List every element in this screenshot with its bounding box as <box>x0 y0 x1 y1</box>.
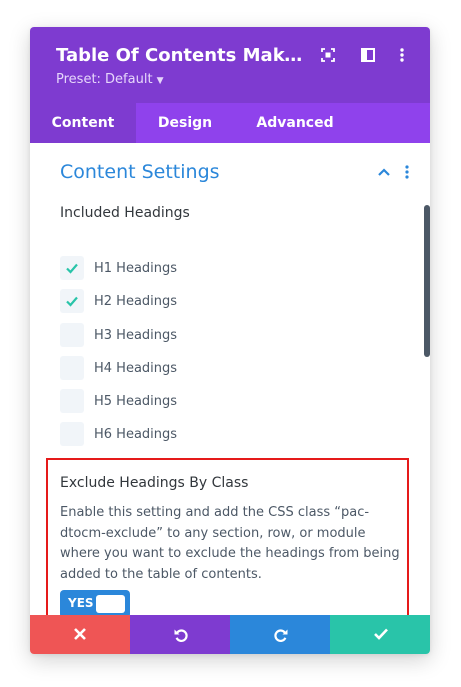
included-headings-label: Included Headings <box>60 205 190 221</box>
checkbox-label-h5: H5 Headings <box>94 394 178 409</box>
scrollbar[interactable] <box>424 205 430 357</box>
checkbox-h4[interactable] <box>60 356 84 380</box>
chevron-up-icon[interactable] <box>377 167 391 177</box>
cancel-button[interactable] <box>30 615 130 654</box>
settings-content: Content Settings Included Headings H1 He… <box>30 143 430 615</box>
check-icon <box>66 263 78 274</box>
preset-label: Preset: Default <box>56 72 153 87</box>
tab-bar: Content Design Advanced <box>30 103 430 143</box>
caret-down-icon: ▼ <box>156 76 164 86</box>
check-icon <box>66 296 78 307</box>
more-vertical-icon[interactable] <box>404 165 410 179</box>
exclude-headings-highlight: Exclude Headings By Class Enable this se… <box>46 458 409 615</box>
checkbox-h6[interactable] <box>60 422 84 446</box>
checkbox-label-h2: H2 Headings <box>94 294 178 309</box>
toggle-label: YES <box>68 596 94 610</box>
checkbox-h3[interactable] <box>60 323 84 347</box>
tab-advanced[interactable]: Advanced <box>240 103 350 143</box>
checkbox-label-h1: H1 Headings <box>94 261 178 276</box>
checkbox-label-h6: H6 Headings <box>94 427 178 442</box>
exclude-headings-description: Enable this setting and add the CSS clas… <box>60 505 400 582</box>
exclude-headings-toggle[interactable]: YES <box>60 590 130 615</box>
tab-design[interactable]: Design <box>136 103 234 143</box>
close-icon <box>74 628 86 640</box>
tab-content[interactable]: Content <box>30 103 136 143</box>
checkbox-label-h4: H4 Headings <box>94 361 178 376</box>
check-icon <box>374 628 388 640</box>
redo-button[interactable] <box>230 615 330 654</box>
modal-title: Table Of Contents Maker Settings <box>56 45 306 66</box>
save-button[interactable] <box>330 615 430 654</box>
modal-footer <box>30 615 430 654</box>
sidebar-icon[interactable] <box>360 47 376 63</box>
checkbox-h5[interactable] <box>60 389 84 413</box>
modal-header: Table Of Contents Maker Settings Preset:… <box>30 27 430 103</box>
checkbox-label-h3: H3 Headings <box>94 328 178 343</box>
undo-button[interactable] <box>130 615 230 654</box>
more-vertical-icon[interactable] <box>394 47 410 63</box>
section-title[interactable]: Content Settings <box>60 161 220 183</box>
fullscreen-icon[interactable] <box>320 47 336 63</box>
redo-icon <box>274 629 288 642</box>
settings-modal: Table Of Contents Maker Settings Preset:… <box>30 27 430 654</box>
undo-icon <box>174 629 188 642</box>
preset-dropdown[interactable]: Preset: Default ▼ <box>56 72 163 87</box>
exclude-headings-title: Exclude Headings By Class <box>60 475 249 491</box>
checkbox-h2[interactable] <box>60 289 84 313</box>
toggle-knob <box>96 595 125 613</box>
checkbox-h1[interactable] <box>60 256 84 280</box>
